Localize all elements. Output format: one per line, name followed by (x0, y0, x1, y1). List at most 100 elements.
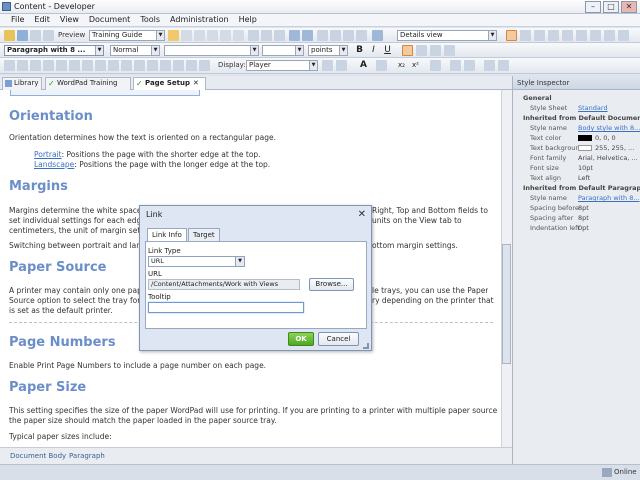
close-button[interactable]: ✕ (621, 1, 637, 13)
tool8-icon[interactable] (95, 60, 106, 71)
subscript-icon[interactable]: x₂ (396, 60, 407, 71)
copy-icon[interactable] (181, 30, 192, 41)
tool3-icon[interactable] (30, 60, 41, 71)
indent-icon[interactable] (498, 60, 509, 71)
tool4-icon[interactable] (43, 60, 54, 71)
align-center-icon[interactable] (416, 45, 427, 56)
close-tab-icon[interactable]: ✕ (193, 79, 199, 87)
properties-icon[interactable] (43, 30, 54, 41)
inspector-section-inherited-document[interactable]: Inherited from Default Document (513, 113, 640, 123)
tool14-icon[interactable] (173, 60, 184, 71)
tab-wordpad-training[interactable]: ✓ WordPad Training (45, 77, 131, 90)
new-icon[interactable] (168, 30, 179, 41)
image-icon[interactable] (248, 30, 259, 41)
superscript-icon[interactable]: x² (410, 60, 421, 71)
portrait-link[interactable]: Portrait (34, 150, 62, 159)
bullets-icon[interactable] (450, 60, 461, 71)
format-icon[interactable] (207, 30, 218, 41)
outdent-icon[interactable] (484, 60, 495, 71)
save-icon[interactable] (17, 30, 28, 41)
font-family-select[interactable]: ▼ (164, 45, 259, 56)
bold-icon[interactable]: B (354, 45, 365, 56)
print-icon[interactable] (30, 30, 41, 41)
panel5-icon[interactable] (576, 30, 587, 41)
resize-handle-icon[interactable] (363, 343, 369, 349)
italic-icon[interactable]: I (368, 45, 379, 56)
tool9-icon[interactable] (108, 60, 119, 71)
panel4-icon[interactable] (562, 30, 573, 41)
menu-document[interactable]: Document (84, 14, 135, 26)
tool13-icon[interactable] (160, 60, 171, 71)
delete-icon[interactable] (233, 30, 244, 41)
menu-tools[interactable]: Tools (135, 14, 165, 26)
tab-link-info[interactable]: Link Info (147, 228, 187, 242)
preview-button[interactable]: Preview (58, 31, 85, 39)
font-select[interactable]: Normal ▼ (110, 45, 160, 56)
tool5-icon[interactable] (56, 60, 67, 71)
panel6-icon[interactable] (590, 30, 601, 41)
tool19-icon[interactable] (376, 60, 387, 71)
tool1-icon[interactable] (4, 60, 15, 71)
link-type-select[interactable]: URL ▼ (148, 256, 245, 267)
table-icon[interactable] (274, 30, 285, 41)
clear-icon[interactable] (220, 30, 231, 41)
inspector-section-general[interactable]: General (513, 93, 640, 103)
numbering-icon[interactable] (464, 60, 475, 71)
status-document-body[interactable]: Document Body (10, 452, 66, 460)
tag-icon[interactable] (343, 30, 354, 41)
menu-file[interactable]: File (6, 14, 29, 26)
help-icon[interactable] (372, 30, 383, 41)
tool15-icon[interactable] (186, 60, 197, 71)
underline-icon[interactable]: U (382, 45, 393, 56)
tool12-icon[interactable] (147, 60, 158, 71)
align-right-icon[interactable] (430, 45, 441, 56)
tab-library[interactable]: Library (2, 77, 42, 90)
style-select[interactable]: Paragraph with 8 ... ▼ (4, 45, 104, 56)
inspector-section-inherited-paragraph[interactable]: Inherited from Default Paragraph (513, 183, 640, 193)
landscape-link[interactable]: Landscape (34, 160, 74, 169)
check-icon[interactable] (356, 30, 367, 41)
find-icon[interactable] (317, 30, 328, 41)
tooltip-field[interactable] (148, 302, 304, 313)
panel7-icon[interactable] (604, 30, 615, 41)
display-select[interactable]: Player ▼ (246, 60, 318, 71)
panel-icon[interactable] (520, 30, 531, 41)
tool10-icon[interactable] (121, 60, 132, 71)
close-icon[interactable]: ✕ (358, 209, 366, 220)
tool20-icon[interactable] (430, 60, 441, 71)
panel8-icon[interactable] (618, 30, 629, 41)
menu-administration[interactable]: Administration (165, 14, 234, 26)
minimize-button[interactable]: – (585, 1, 601, 13)
tool18-icon[interactable] (336, 60, 347, 71)
size-select[interactable]: ▼ (262, 45, 304, 56)
ok-button[interactable]: OK (288, 332, 314, 346)
menu-help[interactable]: Help (234, 14, 262, 26)
url-field[interactable]: /Content/Attachments/Work with Views (148, 279, 300, 290)
menu-edit[interactable]: Edit (29, 14, 55, 26)
tab-page-setup[interactable]: ✓ Page Setup ✕ (133, 77, 206, 91)
tool7-icon[interactable] (82, 60, 93, 71)
tool2-icon[interactable] (17, 60, 28, 71)
tab-target[interactable]: Target (188, 228, 220, 242)
prop-value-link[interactable]: Standard (578, 103, 608, 113)
panel3-icon[interactable] (548, 30, 559, 41)
tool11-icon[interactable] (134, 60, 145, 71)
maximize-button[interactable]: □ (603, 1, 619, 13)
panel2-icon[interactable] (534, 30, 545, 41)
align-left-icon[interactable] (402, 45, 413, 56)
open-icon[interactable] (4, 30, 15, 41)
guide-select[interactable]: Training Guide ▼ (89, 30, 165, 41)
menu-view[interactable]: View (55, 14, 84, 26)
tool16-icon[interactable] (199, 60, 210, 71)
link-icon[interactable] (261, 30, 272, 41)
cancel-button[interactable]: Cancel (318, 332, 359, 346)
view-select[interactable]: Details view ▼ (397, 30, 497, 41)
scrollbar-thumb[interactable] (502, 244, 511, 364)
layout-icon[interactable] (506, 30, 517, 41)
redo-icon[interactable] (302, 30, 313, 41)
browse-button[interactable]: Browse... (309, 278, 354, 291)
undo-icon[interactable] (289, 30, 300, 41)
status-paragraph[interactable]: Paragraph (69, 452, 105, 460)
prop-value-link[interactable]: Paragraph with 8... (578, 193, 640, 203)
tool6-icon[interactable] (69, 60, 80, 71)
